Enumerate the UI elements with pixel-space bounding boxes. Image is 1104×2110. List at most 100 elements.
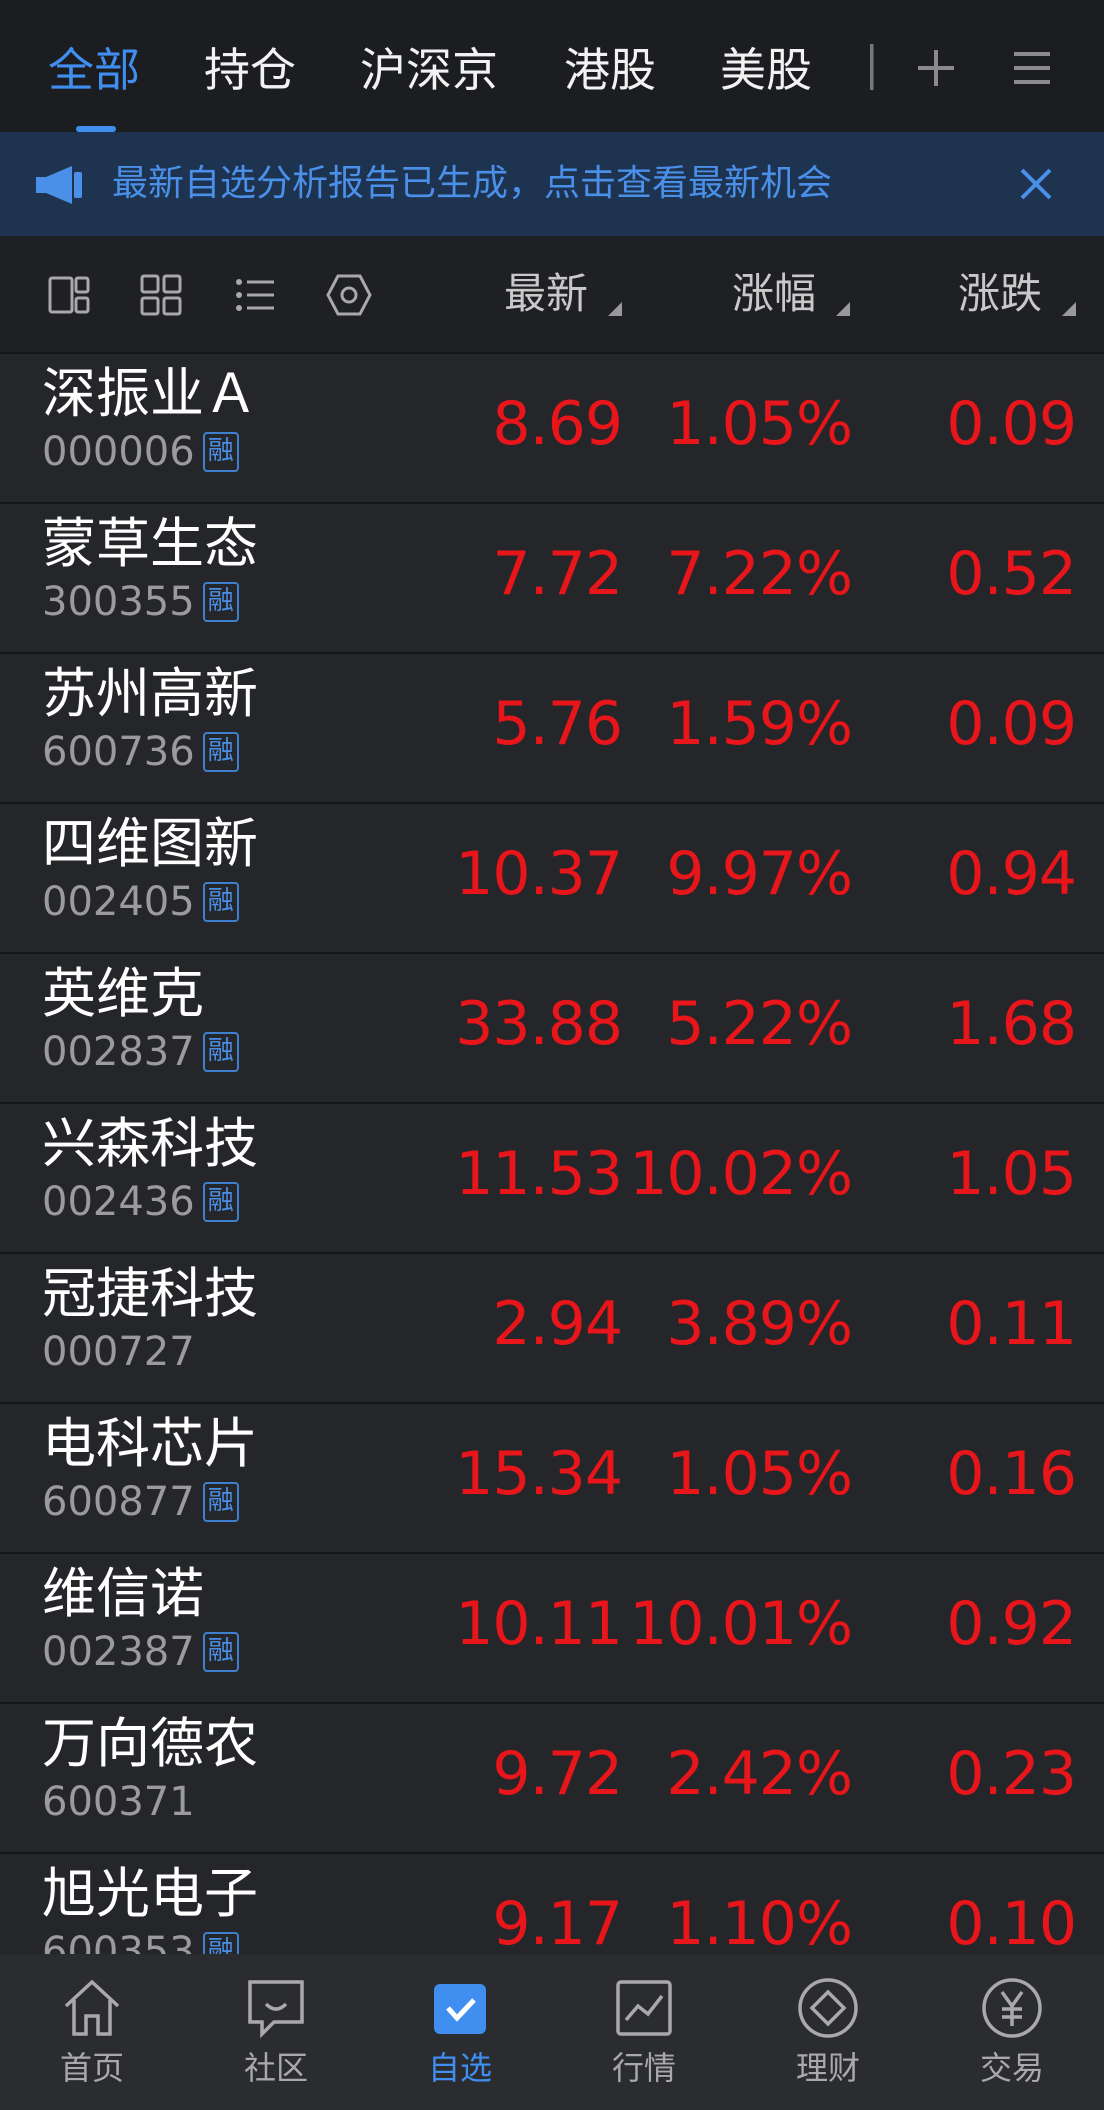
table-row[interactable]: 深振业Ａ 000006 融 8.69 1.05% 0.09: [0, 354, 1104, 504]
change-amount: 1.05: [946, 1139, 1077, 1209]
close-icon[interactable]: [1018, 166, 1054, 202]
plus-icon[interactable]: [912, 44, 960, 92]
stock-name: 兴森科技: [42, 1112, 258, 1175]
stock-code-line: 600353 融: [42, 1924, 239, 1954]
latest-price: 5.76: [492, 689, 623, 759]
list-toolbar: 最新 涨幅 涨跌: [0, 236, 1104, 354]
nav-watchlist-label: 自选: [427, 2049, 492, 2087]
stock-name: 苏州高新: [42, 662, 258, 725]
change-amount: 0.23: [946, 1739, 1077, 1809]
latest-price: 33.88: [455, 989, 623, 1059]
sort-indicator-icon: [608, 302, 622, 316]
table-row[interactable]: 冠捷科技 000727 2.94 3.89% 0.11: [0, 1254, 1104, 1404]
top-tab-bar: 全部 持仓 沪深京 港股 美股 ▏: [0, 0, 1104, 132]
market-chart-icon: [616, 1980, 672, 2036]
report-banner[interactable]: 最新自选分析报告已生成，点击查看最新机会: [0, 132, 1104, 236]
nav-community[interactable]: 社区: [206, 1976, 346, 2106]
stock-code: 600877: [42, 1479, 195, 1525]
margin-trading-badge: 融: [202, 1632, 239, 1672]
change-percent: 1.05%: [666, 1439, 853, 1509]
stock-code-line: 600371: [42, 1774, 195, 1830]
table-row[interactable]: 电科芯片 600877 融 15.34 1.05% 0.16: [0, 1404, 1104, 1554]
stock-code: 600371: [42, 1779, 195, 1825]
tab-hk-stocks[interactable]: 港股: [564, 40, 656, 100]
wealth-icon: [798, 1978, 858, 2038]
nav-trade[interactable]: 交易: [942, 1976, 1082, 2106]
latest-price: 9.17: [492, 1889, 623, 1954]
stock-code-line: 000006 融: [42, 424, 239, 480]
hamburger-icon[interactable]: [1008, 44, 1056, 92]
nav-home-label: 首页: [59, 2049, 124, 2087]
tab-all[interactable]: 全部: [48, 40, 140, 100]
change-amount: 0.09: [946, 389, 1077, 459]
tab-us-stocks[interactable]: 美股: [720, 40, 812, 100]
latest-price: 10.11: [455, 1589, 623, 1659]
change-amount: 0.10: [946, 1889, 1077, 1954]
tab-shanghai-shenzhen-beijing[interactable]: 沪深京: [360, 40, 498, 100]
tab-holdings[interactable]: 持仓: [204, 40, 296, 100]
table-row[interactable]: 维信诺 002387 融 10.11 10.01% 0.92: [0, 1554, 1104, 1704]
layout-switch-icon[interactable]: [46, 272, 92, 318]
table-row[interactable]: 蒙草生态 300355 融 7.72 7.22% 0.52: [0, 504, 1104, 654]
stock-name: 英维克: [42, 962, 204, 1025]
change-amount: 0.94: [946, 839, 1077, 909]
table-row[interactable]: 苏州高新 600736 融 5.76 1.59% 0.09: [0, 654, 1104, 804]
change-percent: 2.42%: [666, 1739, 853, 1809]
margin-trading-badge: 融: [202, 582, 239, 622]
change-percent: 10.01%: [629, 1589, 853, 1659]
margin-trading-badge: 融: [202, 1182, 239, 1222]
stock-code-line: 000727: [42, 1324, 195, 1380]
nav-home[interactable]: 首页: [22, 1976, 162, 2106]
stock-code: 000006: [42, 429, 195, 475]
table-row[interactable]: 四维图新 002405 融 10.37 9.97% 0.94: [0, 804, 1104, 954]
table-row[interactable]: 英维克 002837 融 33.88 5.22% 1.68: [0, 954, 1104, 1104]
home-icon: [64, 1979, 120, 2036]
change-percent: 1.05%: [666, 389, 853, 459]
latest-price: 9.72: [492, 1739, 623, 1809]
column-header-change-percent[interactable]: 涨幅: [732, 266, 816, 322]
stock-code-line: 002436 融: [42, 1174, 239, 1230]
stock-code: 002837: [42, 1029, 195, 1075]
latest-price: 7.72: [492, 539, 623, 609]
margin-trading-badge: 融: [202, 432, 239, 472]
nav-wealth-label: 理财: [795, 2049, 860, 2087]
change-percent: 1.59%: [666, 689, 853, 759]
nav-wealth[interactable]: 理财: [758, 1976, 898, 2106]
nav-market-label: 行情: [611, 2049, 676, 2087]
latest-price: 8.69: [492, 389, 623, 459]
stock-code-line: 600736 融: [42, 724, 239, 780]
change-amount: 0.11: [946, 1289, 1077, 1359]
grid-icon[interactable]: [138, 272, 184, 318]
latest-price: 2.94: [492, 1289, 623, 1359]
column-header-change-amount[interactable]: 涨跌: [958, 266, 1042, 322]
change-amount: 1.68: [946, 989, 1077, 1059]
stock-code-line: 300355 融: [42, 574, 239, 630]
banner-message: 最新自选分析报告已生成，点击查看最新机会: [112, 163, 833, 204]
table-row[interactable]: 万向德农 600371 9.72 2.42% 0.23: [0, 1704, 1104, 1854]
column-header-latest-price[interactable]: 最新: [504, 266, 588, 322]
community-icon: [248, 1980, 304, 2039]
stock-code: 000727: [42, 1329, 195, 1375]
change-percent: 3.89%: [666, 1289, 853, 1359]
change-percent: 10.02%: [629, 1139, 853, 1209]
nav-watchlist[interactable]: 自选: [390, 1976, 530, 2106]
megaphone-icon: [36, 166, 82, 204]
stock-code: 002405: [42, 879, 195, 925]
table-row[interactable]: 兴森科技 002436 融 11.53 10.02% 1.05: [0, 1104, 1104, 1254]
stock-code: 002436: [42, 1179, 195, 1225]
nav-market[interactable]: 行情: [574, 1976, 714, 2106]
change-percent: 7.22%: [666, 539, 853, 609]
change-percent: 1.10%: [666, 1889, 853, 1954]
margin-trading-badge: 融: [202, 732, 239, 772]
stock-code: 600736: [42, 729, 195, 775]
change-percent: 5.22%: [666, 989, 853, 1059]
list-icon[interactable]: [232, 272, 278, 318]
margin-trading-badge: 融: [202, 882, 239, 922]
stock-code: 002387: [42, 1629, 195, 1675]
change-amount: 0.16: [946, 1439, 1077, 1509]
settings-icon[interactable]: [326, 272, 372, 318]
margin-trading-badge: 融: [202, 1482, 239, 1522]
stock-name: 电科芯片: [42, 1412, 258, 1475]
table-row[interactable]: 旭光电子 600353 融 9.17 1.10% 0.10: [0, 1854, 1104, 1954]
stock-name: 维信诺: [42, 1562, 204, 1625]
